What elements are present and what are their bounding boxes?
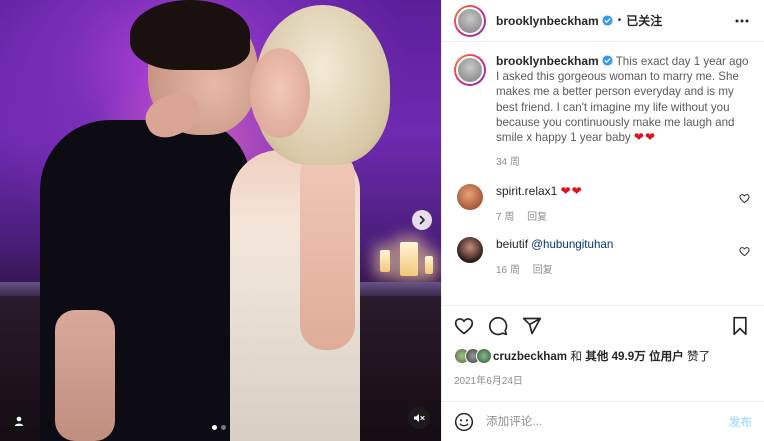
reply-button[interactable]: 回复 [533, 265, 553, 276]
author-avatar[interactable] [454, 4, 486, 37]
author-username[interactable]: brooklynbeckham [496, 14, 599, 28]
commenter-username[interactable]: spirit.relax1 [496, 184, 557, 198]
comment-item: spirit.relax1 ❤❤ 7 周 回复 [454, 184, 750, 223]
bookmark-icon[interactable] [730, 316, 750, 336]
carousel-next-button[interactable] [412, 210, 432, 230]
liker-avatar [476, 348, 492, 364]
reply-button[interactable]: 回复 [527, 212, 547, 223]
comment-meta: 16 周 回复 [496, 261, 750, 276]
likes-and: 和 [570, 350, 582, 363]
chevron-right-icon [419, 215, 425, 225]
author-avatar[interactable] [454, 54, 486, 86]
following-button[interactable]: 已关注 [626, 12, 662, 29]
post-details-panel: brooklynbeckham • 已关注 brooklynbeckham Th… [441, 0, 764, 441]
candle-light [425, 256, 433, 274]
post-header: brooklynbeckham • 已关注 [442, 0, 764, 42]
heart-icon[interactable] [739, 193, 750, 204]
user-tag-icon [14, 416, 24, 426]
candle-light [400, 242, 418, 276]
caption-timestamp: 34 周 [496, 157, 520, 169]
carousel-dot [221, 425, 226, 430]
comment-age: 7 周 [496, 212, 515, 224]
header-separator: • [617, 15, 622, 26]
caption-heart-emoji: ❤❤ [633, 130, 657, 145]
post-actions: cruzbeckham 和 其他 49.9万 位用户 赞了 2021年6月24日 [442, 305, 764, 387]
carousel-dot-active [212, 425, 217, 430]
comment-meta: 7 周 回复 [496, 208, 750, 223]
comment-mention-link[interactable]: @hubungituhan [531, 238, 613, 251]
likes-suffix: 赞了 [687, 350, 711, 363]
instagram-post-view: brooklynbeckham • 已关注 brooklynbeckham Th… [0, 0, 764, 441]
tattooed-arm [55, 310, 115, 441]
tagged-users-button[interactable] [8, 410, 30, 432]
comment-text: ❤❤ [560, 184, 583, 199]
comment-item: beiutif @hubungituhan 16 周 回复 [454, 237, 750, 276]
commenter-username[interactable]: beiutif [496, 237, 528, 251]
comment-body: beiutif @hubungituhan 16 周 回复 [496, 237, 750, 276]
action-bar [454, 314, 752, 338]
caption-body: brooklynbeckham This exact day 1 year ag… [496, 54, 750, 170]
heart-icon[interactable] [454, 316, 474, 336]
post-caption: brooklynbeckham This exact day 1 year ag… [454, 54, 750, 170]
post-date: 2021年6月24日 [454, 376, 523, 387]
carousel-indicator [212, 425, 226, 430]
caption-username[interactable]: brooklynbeckham [496, 54, 599, 68]
likes-summary: cruzbeckham 和 其他 49.9万 位用户 赞了 [454, 348, 752, 364]
man-hair [130, 0, 250, 70]
comments-section[interactable]: brooklynbeckham This exact day 1 year ag… [442, 42, 764, 305]
comment-body: spirit.relax1 ❤❤ 7 周 回复 [496, 184, 750, 223]
heart-icon[interactable] [739, 246, 750, 257]
other-likers-link[interactable]: 其他 49.9万 位用户 [585, 348, 684, 364]
caption-text: This exact day 1 year ago I asked this g… [496, 55, 749, 145]
more-options-icon[interactable] [734, 13, 750, 29]
mute-toggle-button[interactable] [408, 407, 430, 429]
woman-arm [300, 150, 355, 350]
liker-username[interactable]: cruzbeckham [493, 350, 567, 363]
emoji-icon[interactable] [454, 412, 474, 432]
verified-badge-icon [602, 55, 613, 66]
verified-badge-icon [602, 15, 613, 26]
commenter-avatar[interactable] [457, 184, 483, 211]
add-comment-bar: 发布 [442, 401, 764, 441]
post-comment-button[interactable]: 发布 [729, 414, 752, 430]
comment-icon[interactable] [488, 316, 508, 336]
post-media[interactable] [0, 0, 441, 441]
woman-face [250, 48, 310, 138]
liker-avatars[interactable] [454, 348, 492, 364]
commenter-avatar[interactable] [457, 237, 483, 264]
muted-speaker-icon [414, 414, 425, 422]
candle-light [380, 250, 390, 272]
comment-age: 16 周 [496, 265, 520, 277]
share-icon[interactable] [522, 316, 542, 336]
comment-input[interactable] [486, 415, 729, 428]
